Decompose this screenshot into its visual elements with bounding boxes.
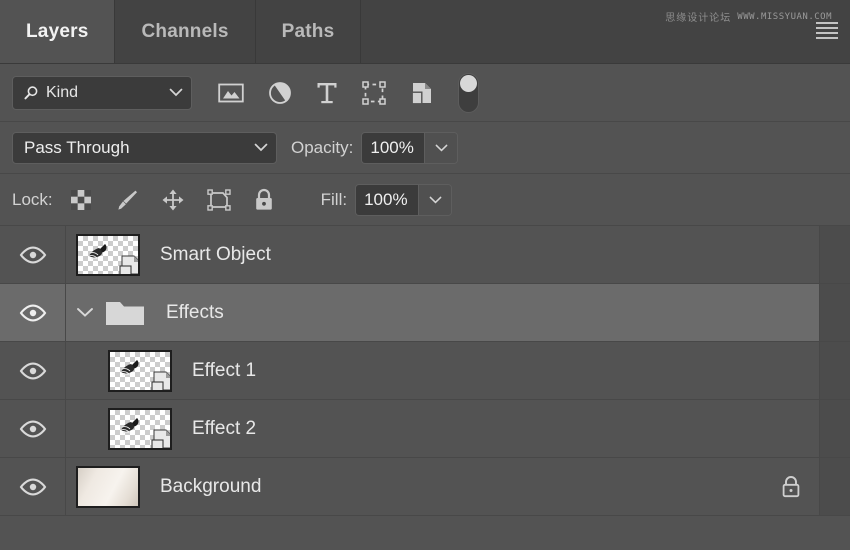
thumbnail-artwork — [85, 242, 115, 268]
filter-toggle-knob — [460, 75, 477, 92]
thumbnail-artwork — [117, 358, 147, 384]
hamburger-line — [816, 32, 838, 34]
layer-thumbnail[interactable] — [108, 408, 172, 450]
layer-name: Background — [160, 476, 261, 498]
tab-paths-label: Paths — [282, 21, 335, 43]
fill-input[interactable]: 100% — [356, 185, 418, 215]
opacity-input[interactable]: 100% — [362, 133, 424, 163]
eye-icon — [19, 362, 47, 380]
smart-object-filter-icon[interactable] — [410, 81, 434, 105]
fill-label: Fill: — [321, 190, 347, 210]
layer-thumbnail[interactable] — [108, 350, 172, 392]
group-expand-chevron-down-icon[interactable] — [76, 307, 94, 318]
pixel-layer-filter-icon[interactable] — [218, 82, 244, 104]
blend-mode-value: Pass Through — [24, 138, 254, 158]
chevron-down-icon — [254, 143, 268, 152]
tab-channels-label: Channels — [141, 21, 228, 43]
hamburger-menu-icon[interactable] — [816, 22, 838, 39]
smart-object-badge-icon — [149, 427, 172, 450]
blend-mode-dropdown[interactable]: Pass Through — [12, 132, 277, 164]
hamburger-line — [816, 22, 838, 24]
lock-row: Lock: — [0, 174, 850, 226]
layer-list[interactable]: Smart Object Effects — [0, 226, 850, 550]
folder-icon — [104, 297, 146, 329]
eye-icon — [19, 478, 47, 496]
tab-layers[interactable]: Layers — [0, 0, 115, 63]
smart-object-badge-icon — [117, 253, 140, 276]
opacity-chevron-down-icon[interactable] — [424, 133, 457, 163]
lock-all-padlock-icon[interactable] — [253, 188, 275, 212]
layers-panel: Layers Channels Paths 思缘设计论坛 WWW.MISSYUA… — [0, 0, 850, 550]
tab-layers-label: Layers — [26, 21, 88, 43]
eye-icon — [19, 246, 47, 264]
filter-row: Kind — [0, 64, 850, 122]
smart-object-badge-icon — [149, 369, 172, 392]
filter-toggle-switch[interactable] — [458, 73, 479, 113]
opacity-label: Opacity: — [291, 138, 353, 158]
layer-visibility-toggle[interactable] — [0, 342, 66, 399]
tab-channels[interactable]: Channels — [115, 0, 255, 63]
lock-label: Lock: — [12, 190, 53, 210]
layer-content[interactable]: Background — [66, 458, 850, 515]
hamburger-line — [816, 27, 838, 29]
layer-thumbnail[interactable] — [76, 234, 140, 276]
filter-type-icons — [218, 81, 434, 105]
blend-mode-row: Pass Through Opacity: 100% — [0, 122, 850, 174]
chevron-down-icon — [169, 88, 183, 97]
eye-icon — [19, 304, 47, 322]
filter-kind-label: Kind — [46, 84, 169, 102]
adjustment-layer-filter-icon[interactable] — [268, 81, 292, 105]
hamburger-line — [816, 37, 838, 39]
layer-name: Smart Object — [160, 244, 271, 266]
layer-content[interactable]: Smart Object — [66, 226, 850, 283]
layer-thumbnail[interactable] — [76, 466, 140, 508]
opacity-field[interactable]: 100% — [361, 132, 458, 164]
type-layer-filter-icon[interactable] — [316, 81, 338, 105]
table-row[interactable]: Effects — [0, 284, 850, 342]
fill-field[interactable]: 100% — [355, 184, 452, 216]
layer-visibility-toggle[interactable] — [0, 400, 66, 457]
search-icon — [23, 85, 39, 101]
panel-tab-bar: Layers Channels Paths 思缘设计论坛 WWW.MISSYUA… — [0, 0, 850, 64]
layer-name: Effects — [166, 302, 224, 324]
lock-transparent-pixels-icon[interactable] — [69, 188, 93, 212]
table-row[interactable]: Effect 1 — [0, 342, 850, 400]
table-row[interactable]: Effect 2 — [0, 400, 850, 458]
lock-icons-group — [69, 188, 275, 212]
tab-bar-filler — [361, 0, 850, 63]
shape-layer-filter-icon[interactable] — [362, 81, 386, 105]
layer-visibility-toggle[interactable] — [0, 458, 66, 515]
layer-locked-padlock-icon — [780, 475, 802, 499]
layer-visibility-toggle[interactable] — [0, 284, 66, 341]
table-row[interactable]: Background — [0, 458, 850, 516]
layer-content[interactable]: Effects — [66, 284, 850, 341]
tab-paths[interactable]: Paths — [256, 0, 362, 63]
eye-icon — [19, 420, 47, 438]
layer-content[interactable]: Effect 1 — [66, 342, 850, 399]
table-row[interactable]: Smart Object — [0, 226, 850, 284]
lock-image-pixels-brush-icon[interactable] — [115, 188, 139, 212]
prevent-artboard-nesting-icon[interactable] — [207, 188, 231, 212]
filter-kind-dropdown[interactable]: Kind — [12, 76, 192, 110]
thumbnail-artwork — [117, 416, 147, 442]
lock-position-move-icon[interactable] — [161, 188, 185, 212]
layer-content[interactable]: Effect 2 — [66, 400, 850, 457]
layer-name: Effect 2 — [192, 418, 256, 440]
fill-chevron-down-icon[interactable] — [418, 185, 451, 215]
layer-visibility-toggle[interactable] — [0, 226, 66, 283]
layer-list-empty-area[interactable] — [0, 516, 850, 550]
layer-name: Effect 1 — [192, 360, 256, 382]
